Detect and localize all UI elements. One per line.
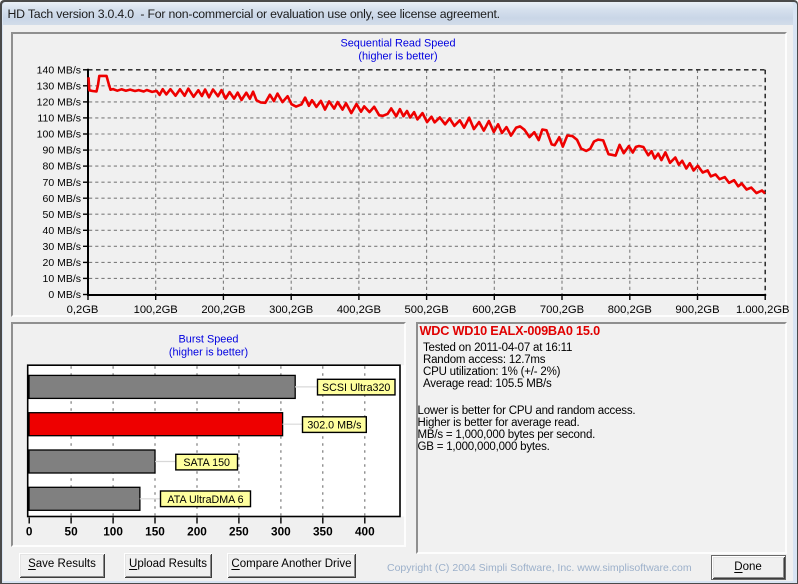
svg-text:0,2GB: 0,2GB [67,304,99,316]
svg-text:SATA 150: SATA 150 [183,457,230,469]
svg-text:350: 350 [313,525,333,539]
svg-text:700,2GB: 700,2GB [540,304,584,316]
svg-text:SCSI Ultra320: SCSI Ultra320 [322,382,390,394]
svg-text:120 MB/s: 120 MB/s [37,97,81,109]
svg-text:20 MB/s: 20 MB/s [42,257,81,269]
svg-text:Burst Speed: Burst Speed [179,334,239,346]
svg-text:(higher is better): (higher is better) [169,347,248,359]
svg-text:1.000,2GB: 1.000,2GB [736,304,790,316]
svg-text:10 MB/s: 10 MB/s [42,273,81,285]
svg-text:60 MB/s: 60 MB/s [42,193,81,205]
svg-text:200: 200 [187,525,207,539]
svg-text:250: 250 [229,525,249,539]
svg-text:100: 100 [103,525,123,539]
svg-text:200,2GB: 200,2GB [201,304,245,316]
svg-text:400,2GB: 400,2GB [337,304,381,316]
svg-text:0 MB/s: 0 MB/s [48,289,81,301]
svg-text:(higher is better): (higher is better) [358,51,437,63]
svg-text:70 MB/s: 70 MB/s [42,177,81,189]
svg-text:600,2GB: 600,2GB [472,304,516,316]
svg-text:ATA UltraDMA 6: ATA UltraDMA 6 [167,494,243,506]
svg-text:130 MB/s: 130 MB/s [37,80,81,92]
svg-text:300,2GB: 300,2GB [269,304,313,316]
svg-text:50: 50 [65,525,79,539]
svg-text:110 MB/s: 110 MB/s [37,113,81,125]
svg-text:900,2GB: 900,2GB [675,304,719,316]
svg-text:80 MB/s: 80 MB/s [42,161,81,173]
svg-text:140 MB/s: 140 MB/s [37,64,81,76]
svg-text:302.0 MB/s: 302.0 MB/s [307,420,361,432]
svg-text:0: 0 [26,525,33,539]
svg-text:30 MB/s: 30 MB/s [42,241,81,253]
svg-text:300: 300 [271,525,291,539]
svg-text:90 MB/s: 90 MB/s [42,145,81,157]
svg-text:40 MB/s: 40 MB/s [42,225,81,237]
svg-text:150: 150 [145,525,165,539]
svg-text:400: 400 [355,525,375,539]
svg-text:50 MB/s: 50 MB/s [42,209,81,221]
svg-text:100 MB/s: 100 MB/s [37,129,81,141]
svg-text:500,2GB: 500,2GB [405,304,449,316]
svg-text:800,2GB: 800,2GB [608,304,652,316]
svg-text:Sequential Read Speed: Sequential Read Speed [340,38,455,50]
svg-text:100,2GB: 100,2GB [134,304,178,316]
